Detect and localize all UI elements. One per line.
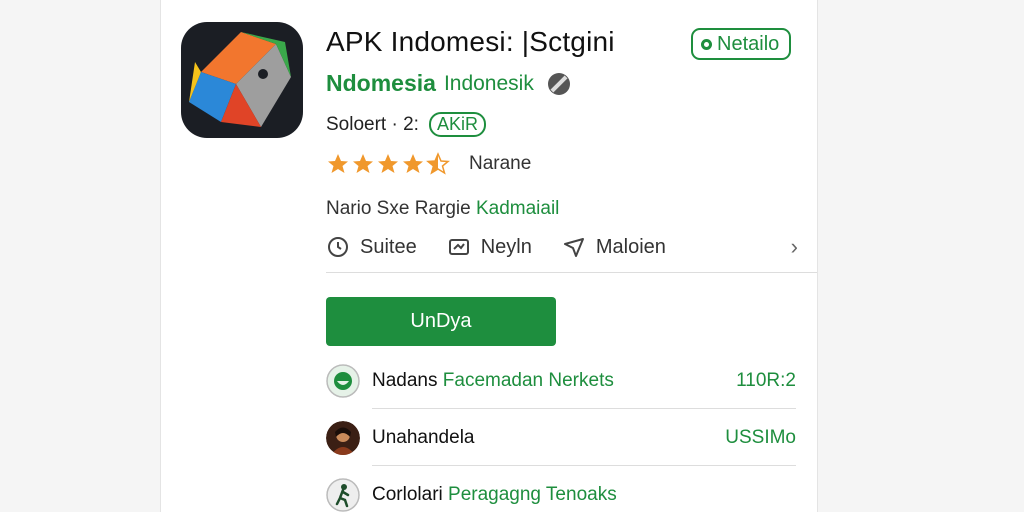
chevron-right-icon[interactable]: › (791, 234, 798, 260)
related-list: Nadans Facemadan Nerkets 110R:2 Unahande… (326, 352, 796, 512)
send-icon (563, 238, 584, 257)
app-title: APK Indomesi: |Sctgini (326, 26, 615, 57)
info-icon (701, 38, 712, 50)
list-item-title-accent: Peragagng Tenoaks (448, 483, 617, 505)
details-badge-label: Netailo (717, 32, 780, 55)
app-detail-card: APK Indomesi: |Sctgini Netailo Ndomesia … (160, 0, 818, 512)
list-item-title: Corlolari Peragagng Tenoaks (372, 484, 617, 506)
divider (326, 272, 817, 273)
action-clock[interactable]: Suitee (326, 235, 417, 259)
clock-icon (328, 237, 348, 257)
star-icon (353, 154, 373, 173)
download-button[interactable]: UnDya (326, 297, 556, 346)
action-send-label: Maloien (595, 235, 666, 258)
list-item-title-main: Corlolari (372, 483, 443, 505)
meta-pill: AKiR (428, 112, 486, 137)
action-message[interactable]: Neyln (447, 235, 532, 259)
list-item[interactable]: Unahandela USSIMo (326, 409, 796, 466)
list-item-value: 110R:2 (736, 369, 796, 391)
app-logo (181, 22, 303, 138)
action-message-label: Neyln (480, 235, 532, 258)
info-prefix: Nario Sxe Rargie (326, 198, 471, 219)
actions-row: Suitee Neyln Maloien › (326, 232, 798, 262)
details-badge[interactable]: Netailo (691, 28, 792, 60)
half-star-icon (426, 152, 450, 175)
developer-subtitle: Indonesik (443, 71, 534, 95)
info-line: Nario Sxe Rargie Kadmaiail (326, 198, 559, 220)
star-icon (328, 154, 348, 173)
action-send[interactable]: Maloien (562, 235, 666, 259)
shield-icon (326, 363, 360, 398)
meta-row: Soloert · 2: AKiR (326, 112, 486, 137)
star-icon (378, 154, 398, 173)
list-item-title-main: Nadans (372, 369, 438, 391)
rating-row: Narane (326, 152, 531, 176)
developer-name[interactable]: Ndomesia (326, 70, 436, 97)
action-clock-label: Suitee (360, 235, 417, 258)
meta-text: Soloert · 2: (326, 113, 419, 135)
info-accent[interactable]: Kadmaiail (476, 198, 559, 219)
avatar (326, 420, 360, 455)
list-item[interactable]: Nadans Facemadan Nerkets 110R:2 (326, 352, 796, 409)
developer-row[interactable]: Ndomesia Indonesik (326, 70, 570, 97)
runner-icon (326, 477, 360, 512)
globe-icon[interactable] (547, 72, 570, 95)
list-item[interactable]: Corlolari Peragagng Tenoaks (326, 466, 796, 512)
list-item-title: Unahandela (372, 427, 474, 449)
message-icon (448, 239, 469, 255)
list-item-title-accent: Facemadan Nerkets (442, 369, 614, 391)
star-icon (403, 154, 423, 173)
list-item-title-main: Unahandela (372, 426, 475, 448)
list-item-value: USSIMo (725, 426, 796, 448)
rating-label: Narane (469, 153, 532, 174)
list-item-title: Nadans Facemadan Nerkets (372, 370, 614, 392)
